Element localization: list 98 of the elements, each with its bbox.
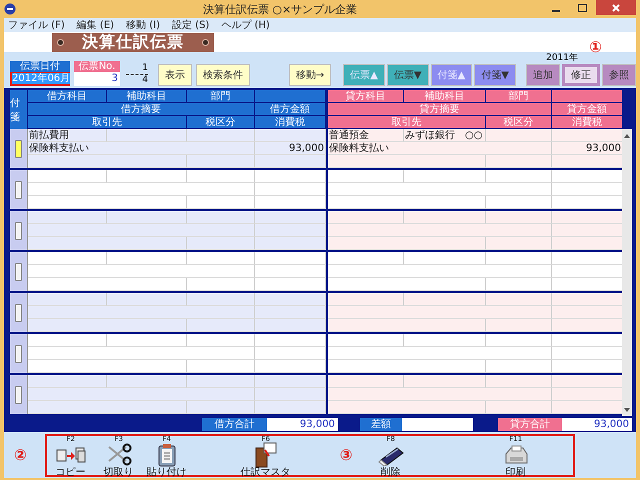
paste-icon <box>156 442 177 466</box>
sticky-note-tab[interactable] <box>15 386 22 404</box>
table-cell <box>187 334 255 347</box>
table-cell <box>486 401 552 414</box>
print-icon <box>502 442 529 466</box>
page-count: 4 <box>142 75 148 86</box>
table-cell <box>187 293 255 306</box>
nav-button[interactable]: 移動→ <box>288 64 332 86</box>
close-icon <box>612 4 620 12</box>
cut-icon <box>106 442 132 466</box>
table-cell <box>187 375 255 388</box>
title-plate: 決算仕訳伝票 <box>52 32 214 52</box>
table-cell: みずほ銀行 ○○ <box>404 129 486 142</box>
table-cell <box>187 155 255 168</box>
slip-number-field[interactable]: 3 <box>74 72 120 86</box>
table-cell <box>187 401 255 414</box>
table-cell <box>486 196 552 209</box>
sticky-note-tab[interactable] <box>15 304 22 322</box>
maximize-icon <box>578 4 586 12</box>
field-label: 伝票No. <box>74 61 120 72</box>
sticky-note-tab[interactable] <box>15 222 22 240</box>
table-cell <box>187 129 255 142</box>
scroll-up-icon[interactable] <box>623 132 631 140</box>
column-header: 補助科目 <box>107 90 187 103</box>
table-cell <box>187 170 255 183</box>
mode-button[interactable]: 修正 <box>562 64 600 86</box>
column-header: 消費税 <box>255 116 326 129</box>
nav-button[interactable]: 伝票▼ <box>386 64 429 86</box>
menu-item[interactable]: ヘルプ (H) <box>221 18 270 32</box>
year-label: 2011年 <box>546 53 578 64</box>
total-value: 93,000 <box>267 418 338 430</box>
column-header: 税区分 <box>486 116 552 129</box>
mode-button[interactable]: 参照 <box>602 64 636 86</box>
table-cell <box>486 155 552 168</box>
column-header: 付箋 <box>10 96 21 124</box>
column-header: 部門 <box>486 90 552 103</box>
table-cell <box>486 211 552 224</box>
sticky-note-tab[interactable] <box>15 344 22 362</box>
table-cell <box>486 278 552 291</box>
annotation-marker: ② <box>14 446 27 464</box>
table-cell <box>187 360 255 373</box>
mode-button[interactable]: 追加 <box>526 64 560 86</box>
table-cell <box>187 252 255 265</box>
table-cell <box>486 360 552 373</box>
table-cell <box>486 334 552 347</box>
table-cell <box>486 293 552 306</box>
table-cell <box>187 278 255 291</box>
nav-button[interactable]: 付箋▼ <box>474 64 516 86</box>
total-label: 差額 <box>360 418 402 430</box>
total-label: 貸方合計 <box>498 418 562 430</box>
scrollbar[interactable] <box>622 129 632 416</box>
column-header: 取引先 <box>328 116 486 129</box>
table-cell <box>187 237 255 250</box>
close-button[interactable] <box>596 0 636 15</box>
column-header: 貸方科目 <box>328 90 404 103</box>
total-label: 借方合計 <box>202 418 268 430</box>
column-header: 消費税 <box>552 116 623 129</box>
column-header: 税区分 <box>187 116 255 129</box>
sticky-note-tab[interactable] <box>15 180 22 198</box>
app-icon <box>4 3 16 15</box>
menu-item[interactable]: ファイル (F) <box>8 18 65 32</box>
column-header: 貸方金額 <box>552 103 623 116</box>
menu-item[interactable]: 設定 (S) <box>172 18 210 32</box>
menu-item[interactable]: 編集 (E) <box>76 18 114 32</box>
table-cell <box>486 170 552 183</box>
annotation-marker: ① <box>589 38 602 56</box>
column-header: 貸方摘要 <box>328 103 552 116</box>
minimize-icon <box>552 10 560 12</box>
toolbar-button[interactable]: 表示 <box>158 64 192 86</box>
table-cell <box>187 196 255 209</box>
difference-field <box>402 418 474 430</box>
column-header: 取引先 <box>28 116 187 129</box>
page-number: 1 <box>142 63 148 74</box>
sticky-note-tab[interactable] <box>15 262 22 280</box>
column-header: 借方摘要 <box>28 103 255 116</box>
menu-item[interactable]: 移動 (I) <box>126 18 160 32</box>
column-header: 補助科目 <box>404 90 486 103</box>
toolbar-button[interactable]: 検索条件 <box>196 64 250 86</box>
table-cell: 前払費用 <box>28 129 107 142</box>
annotation-marker: ③ <box>340 446 352 464</box>
table-cell: 普通預金 <box>328 129 404 142</box>
total-value: 93,000 <box>562 418 632 430</box>
sticky-note-tab[interactable] <box>15 140 22 158</box>
table-cell <box>486 237 552 250</box>
column-header: 部門 <box>187 90 255 103</box>
table-cell <box>187 319 255 332</box>
scroll-down-icon[interactable] <box>623 406 631 414</box>
column-header: 借方科目 <box>28 90 107 103</box>
column-header: 借方金額 <box>255 103 326 116</box>
field-label: 伝票日付 <box>10 61 70 72</box>
table-cell: 保険料支払い <box>328 142 552 155</box>
table-cell <box>486 375 552 388</box>
table-cell <box>486 252 552 265</box>
window-title: 決算仕訳伝票 ○×サンプル企業 <box>202 2 358 16</box>
table-cell <box>187 211 255 224</box>
table-cell: 保険料支払い <box>28 142 255 155</box>
table-cell <box>486 129 552 142</box>
table-cell <box>486 319 552 332</box>
